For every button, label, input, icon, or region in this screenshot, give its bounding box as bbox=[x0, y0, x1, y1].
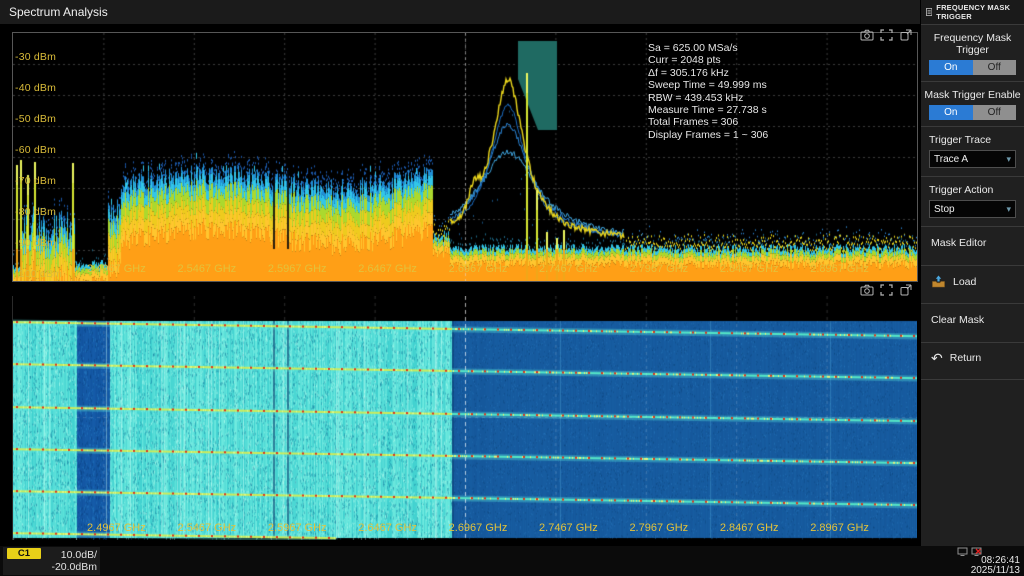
bottom-status-bar: C1 10.0dB/ -20.0dBm 08:26:41 2025/11/13 bbox=[0, 546, 1024, 576]
y-axis-label: -70 dBm bbox=[15, 175, 56, 187]
x-axis-label: 2.5467 GHz bbox=[165, 522, 249, 534]
y-axis-label: -90 dBm bbox=[15, 237, 56, 249]
mask-trigger-enable-on-button[interactable]: On bbox=[929, 105, 973, 120]
chevron-down-icon: ▾ bbox=[1006, 204, 1011, 215]
divider bbox=[921, 81, 1024, 82]
x-axis-label: 2.8967 GHz bbox=[798, 522, 882, 534]
x-axis-label: 2.5967 GHz bbox=[255, 522, 339, 534]
x-axis-label: 2.7467 GHz bbox=[526, 263, 610, 275]
mask-trigger-enable-off-button[interactable]: Off bbox=[973, 105, 1017, 120]
camera-icon[interactable] bbox=[860, 284, 874, 296]
info-line: Δf = 305.176 kHz bbox=[648, 67, 768, 79]
load-icon bbox=[931, 275, 946, 288]
trigger-trace-value: Trace A bbox=[934, 154, 968, 165]
app-header: Spectrum Analysis bbox=[0, 0, 920, 24]
info-line: Measure Time = 27.738 s bbox=[648, 104, 768, 116]
y-axis-label: -50 dBm bbox=[15, 113, 56, 125]
divider bbox=[921, 176, 1024, 177]
x-axis-label: 2.6467 GHz bbox=[346, 263, 430, 275]
x-axis-label: 2.8967 GHz bbox=[798, 263, 882, 275]
spectrum-panel-toolbar bbox=[860, 29, 912, 41]
info-line: Sweep Time = 49.999 ms bbox=[648, 79, 768, 91]
freq-mask-trigger-off-button[interactable]: Off bbox=[973, 60, 1017, 75]
freq-mask-trigger-on-button[interactable]: On bbox=[929, 60, 973, 75]
x-axis-label: 2.7967 GHz bbox=[617, 522, 701, 534]
x-axis-label: 2.4967 GHz bbox=[74, 522, 158, 534]
freq-mask-trigger-toggle: On Off bbox=[929, 60, 1016, 75]
x-axis-label: 2.4967 GHz bbox=[74, 263, 158, 275]
spectrum-plot-panel[interactable] bbox=[12, 32, 918, 282]
fullscreen-icon[interactable] bbox=[880, 29, 893, 41]
x-axis-label: 2.5967 GHz bbox=[255, 263, 339, 275]
panel-doc-icon bbox=[926, 7, 932, 17]
camera-icon[interactable] bbox=[860, 29, 874, 41]
y-axis-label: -60 dBm bbox=[15, 144, 56, 156]
clock-module: 08:26:41 2025/11/13 bbox=[944, 546, 1022, 576]
trigger-trace-label: Trigger Trace bbox=[929, 134, 1022, 146]
panel-title: FREQUENCY MASK TRIGGER bbox=[936, 3, 1024, 21]
channel-1-offset: -20.0dBm bbox=[51, 561, 97, 573]
x-axis-label: 2.6467 GHz bbox=[346, 522, 430, 534]
frequency-mask-trigger-panel: FREQUENCY MASK TRIGGER Frequency Mask Tr… bbox=[920, 0, 1024, 546]
info-line: Curr = 2048 pts bbox=[648, 54, 768, 66]
mask-trigger-enable-label: Mask Trigger Enable bbox=[923, 89, 1022, 101]
return-button[interactable]: ↶ Return bbox=[921, 343, 1024, 373]
mask-editor-button[interactable]: Mask Editor bbox=[921, 227, 1024, 259]
mask-trigger-enable-toggle: On Off bbox=[929, 105, 1016, 120]
info-line: Display Frames = 1 ~ 306 bbox=[648, 129, 768, 141]
x-axis-label: 2.7467 GHz bbox=[526, 522, 610, 534]
detach-window-icon[interactable] bbox=[899, 29, 912, 41]
y-axis-label: -80 dBm bbox=[15, 206, 56, 218]
acquisition-info: Sa = 625.00 MSa/sCurr = 2048 ptsΔf = 305… bbox=[648, 42, 768, 141]
x-axis-label: 2.8467 GHz bbox=[707, 522, 791, 534]
x-axis-label: 2.7967 GHz bbox=[617, 263, 701, 275]
spectrum-canvas[interactable] bbox=[13, 33, 917, 281]
info-line: Sa = 625.00 MSa/s bbox=[648, 42, 768, 54]
info-line: Total Frames = 306 bbox=[648, 116, 768, 128]
chevron-down-icon: ▾ bbox=[1006, 154, 1011, 165]
panel-header: FREQUENCY MASK TRIGGER bbox=[921, 0, 1024, 25]
x-axis-label: 2.5467 GHz bbox=[165, 263, 249, 275]
trigger-trace-dropdown[interactable]: Trace A ▾ bbox=[929, 150, 1016, 168]
y-axis-label: -30 dBm bbox=[15, 51, 56, 63]
x-axis-label: 2.6967 GHz bbox=[436, 263, 520, 275]
trigger-action-dropdown[interactable]: Stop ▾ bbox=[929, 200, 1016, 218]
y-axis-label: -40 dBm bbox=[15, 82, 56, 94]
spectrogram-panel[interactable] bbox=[12, 296, 917, 540]
trigger-action-value: Stop bbox=[934, 204, 955, 215]
clock-date: 2025/11/13 bbox=[971, 565, 1020, 576]
network-status-icons bbox=[957, 547, 982, 556]
channel-1-module[interactable]: C1 10.0dB/ -20.0dBm bbox=[3, 547, 100, 575]
clear-mask-button[interactable]: Clear Mask bbox=[921, 304, 1024, 336]
x-axis-label: 2.6967 GHz bbox=[436, 522, 520, 534]
screen: Spectrum Analysis -30 dBm -40 dBm -50 dBm -… bbox=[0, 0, 1024, 576]
page-title: Spectrum Analysis bbox=[9, 5, 108, 19]
x-axis-label: 2.8467 GHz bbox=[707, 263, 791, 275]
return-icon: ↶ bbox=[931, 352, 943, 364]
lan-icon bbox=[957, 547, 968, 556]
load-button[interactable]: Load bbox=[921, 266, 1024, 297]
channel-1-badge[interactable]: C1 bbox=[7, 548, 41, 559]
freq-mask-trigger-label: Frequency Mask Trigger bbox=[923, 32, 1022, 56]
detach-window-icon[interactable] bbox=[899, 284, 912, 296]
divider bbox=[921, 126, 1024, 127]
fullscreen-icon[interactable] bbox=[880, 284, 893, 296]
return-label: Return bbox=[950, 352, 982, 364]
trigger-action-label: Trigger Action bbox=[929, 184, 1022, 196]
channel-1-scale: 10.0dB/ bbox=[61, 549, 97, 561]
y-axis-label: -100 dBm bbox=[15, 268, 62, 280]
load-label: Load bbox=[953, 276, 976, 288]
spectrogram-panel-toolbar bbox=[860, 284, 912, 296]
info-line: RBW = 439.453 kHz bbox=[648, 92, 768, 104]
divider bbox=[921, 379, 1024, 380]
spectrogram-canvas[interactable] bbox=[13, 296, 917, 540]
